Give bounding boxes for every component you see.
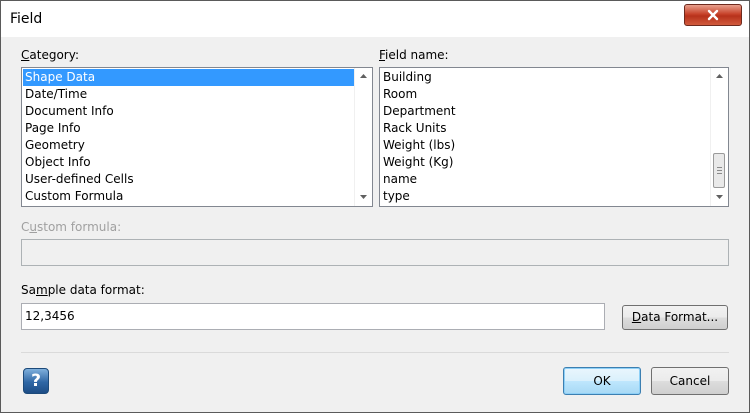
- footer-separator: [21, 352, 729, 353]
- category-scroll-up-button[interactable]: [355, 68, 372, 85]
- field-name-label: Field name:: [379, 48, 449, 62]
- list-item[interactable]: type: [381, 188, 710, 205]
- list-item[interactable]: Document Info: [23, 103, 354, 120]
- field-name-scroll-up-button[interactable]: [711, 68, 728, 85]
- list-item[interactable]: name: [381, 171, 710, 188]
- field-name-scroll-down-button[interactable]: [711, 189, 728, 206]
- list-item[interactable]: User-defined Cells: [23, 171, 354, 188]
- category-label: Category:: [21, 48, 79, 62]
- custom-formula-input: [21, 239, 729, 266]
- list-item[interactable]: Custom Formula: [23, 188, 354, 205]
- close-icon: [707, 9, 719, 21]
- list-item[interactable]: Building: [381, 69, 710, 86]
- scroll-up-arrow-icon: [716, 74, 723, 78]
- field-name-items: Building Room Department Rack Units Weight (…: [381, 69, 710, 205]
- scroll-down-arrow-icon: [360, 195, 367, 199]
- field-dialog: Field Category: Shape Data Date/Time Docum…: [0, 0, 750, 413]
- scroll-down-arrow-icon: [716, 195, 723, 199]
- list-item[interactable]: Weight (lbs): [381, 137, 710, 154]
- cancel-button[interactable]: Cancel: [651, 367, 729, 395]
- list-item[interactable]: Rack Units: [381, 120, 710, 137]
- ok-button[interactable]: OK: [563, 367, 641, 395]
- list-item[interactable]: Weight (Kg): [381, 154, 710, 171]
- field-name-scroll-thumb[interactable]: [713, 153, 725, 188]
- list-item[interactable]: Room: [381, 86, 710, 103]
- data-format-button[interactable]: Data Format...: [622, 305, 728, 330]
- category-scrollbar[interactable]: [354, 68, 372, 206]
- list-item[interactable]: Date/Time: [23, 86, 354, 103]
- list-item[interactable]: Object Info: [23, 154, 354, 171]
- scroll-up-arrow-icon: [360, 74, 367, 78]
- help-button[interactable]: ?: [23, 368, 49, 394]
- custom-formula-label: Custom formula:: [21, 220, 122, 234]
- close-button[interactable]: [684, 4, 742, 26]
- sample-data-format-field[interactable]: 12,3456: [21, 303, 605, 330]
- field-name-listbox[interactable]: Building Room Department Rack Units Weight (…: [379, 67, 729, 207]
- list-item[interactable]: Page Info: [23, 120, 354, 137]
- list-item[interactable]: Shape Data: [23, 69, 354, 86]
- list-item[interactable]: Department: [381, 103, 710, 120]
- help-icon: ?: [31, 371, 41, 391]
- category-listbox[interactable]: Shape Data Date/Time Document Info Page Inf…: [21, 67, 373, 207]
- category-scroll-down-button[interactable]: [355, 189, 372, 206]
- category-items: Shape Data Date/Time Document Info Page Inf…: [23, 69, 354, 205]
- field-name-scrollbar[interactable]: [710, 68, 728, 206]
- list-item[interactable]: Geometry: [23, 137, 354, 154]
- dialog-title: Field: [10, 11, 43, 27]
- title-bar[interactable]: Field: [1, 1, 749, 37]
- sample-data-format-label: Sample data format:: [21, 283, 145, 297]
